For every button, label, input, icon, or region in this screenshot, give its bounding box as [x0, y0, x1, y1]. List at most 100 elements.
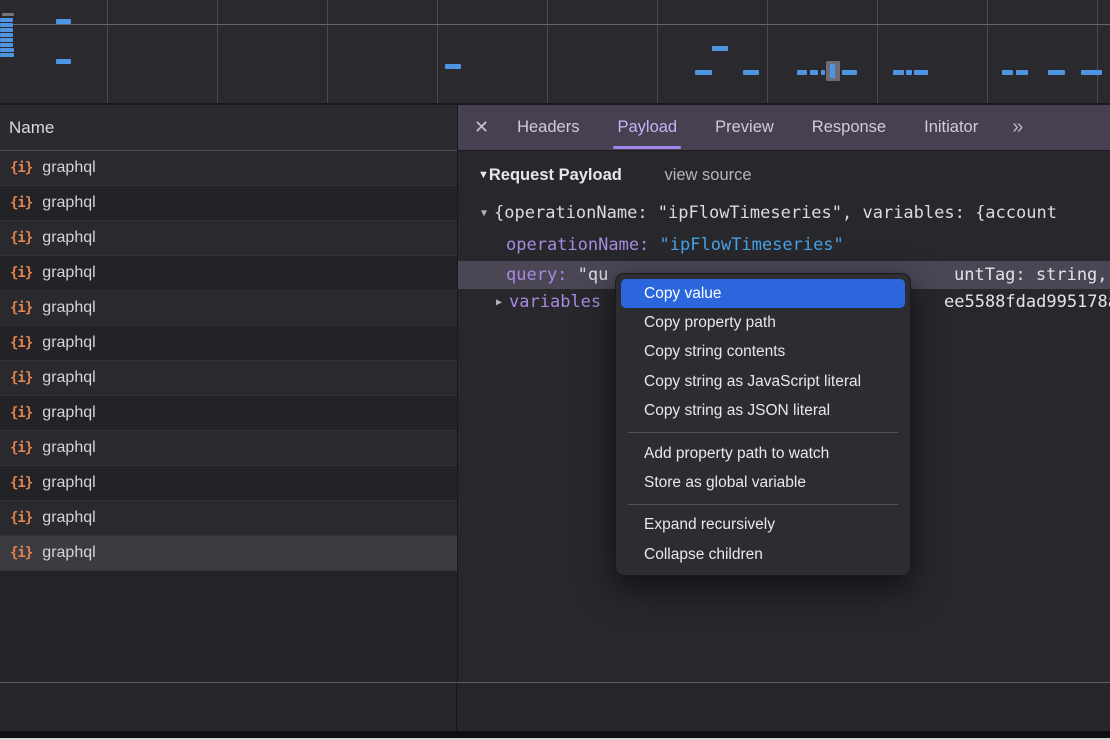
request-timing-bar	[0, 48, 14, 52]
property-value-left: "qu	[578, 265, 609, 285]
request-timing-bar	[0, 43, 13, 47]
property-key: operationName:	[506, 235, 649, 255]
json-request-icon: {i}	[10, 160, 32, 176]
request-timing-bar	[906, 70, 912, 75]
detail-tabs: Headers Payload Preview Response Initiator	[517, 105, 978, 150]
menu-item-copy-property-path[interactable]: Copy property path	[621, 308, 905, 337]
request-timing-bar	[821, 70, 825, 75]
request-row[interactable]: {i}graphql	[0, 256, 457, 291]
json-request-icon: {i}	[10, 510, 32, 526]
network-main-split: Name {i} graphql {i} graphql {i} graphql {i} gr…	[0, 105, 1110, 682]
request-timing-bar	[0, 33, 13, 37]
request-name: graphql	[42, 404, 95, 422]
request-row[interactable]: {i}graphql	[0, 501, 457, 536]
tab-initiator[interactable]: Initiator	[924, 105, 978, 150]
property-key: query:	[506, 265, 567, 285]
menu-item-copy-string-contents[interactable]: Copy string contents	[621, 338, 905, 367]
menu-separator	[628, 432, 898, 433]
bottom-strip	[0, 683, 1110, 731]
tab-response[interactable]: Response	[812, 105, 886, 150]
json-request-icon: {i}	[10, 370, 32, 386]
menu-item-collapse-children[interactable]: Collapse children	[621, 540, 905, 569]
menu-item-copy-value[interactable]: Copy value	[621, 279, 905, 308]
window-bottom-bar	[0, 731, 1110, 738]
request-name: graphql	[42, 544, 95, 562]
close-icon[interactable]: ✕	[474, 117, 489, 138]
request-row[interactable]: {i}graphql	[0, 466, 457, 501]
tab-preview[interactable]: Preview	[715, 105, 774, 150]
request-payload-section: ▼Request Payload view source	[478, 166, 752, 185]
property-value-right: untTag: string, $f	[906, 265, 1110, 285]
menu-item-expand-recursively[interactable]: Expand recursively	[621, 511, 905, 540]
timeline-midline	[0, 24, 1110, 25]
menu-item-copy-string-as-json-literal[interactable]: Copy string as JSON literal	[621, 397, 905, 426]
request-timing-bar	[0, 38, 13, 42]
operation-name-row[interactable]: operationName: "ipFlowTimeseries"	[506, 235, 844, 255]
request-timing-bar	[797, 70, 807, 75]
expand-triangle-icon[interactable]: ▶	[496, 297, 502, 308]
request-row[interactable]: {i} graphql	[0, 431, 457, 466]
menu-item-store-as-global-variable[interactable]: Store as global variable	[621, 468, 905, 497]
more-tabs-icon[interactable]: »	[1012, 116, 1021, 139]
request-timing-bar	[56, 59, 71, 64]
payload-preview-text: {operationName: "ipFlowTimeseries", vari…	[494, 203, 1057, 223]
request-timing-bar	[830, 64, 835, 78]
request-name: graphql	[42, 229, 95, 247]
context-menu: Copy valueCopy property pathCopy string …	[615, 273, 911, 576]
request-timing-bar	[695, 70, 712, 75]
timeline-gridline	[657, 0, 658, 103]
menu-item-add-property-path-to-watch[interactable]: Add property path to watch	[621, 439, 905, 468]
devtools-network-panel: Name {i} graphql {i} graphql {i} graphql {i} gr…	[0, 0, 1110, 740]
request-row[interactable]: {i} graphql	[0, 221, 457, 256]
request-timing-bar	[1081, 70, 1102, 75]
json-request-icon: {i}	[10, 300, 32, 316]
payload-preview-line[interactable]: ▼ {operationName: "ipFlowTimeseries", var…	[481, 203, 1057, 223]
tab-headers[interactable]: Headers	[517, 105, 579, 150]
request-timing-bar	[0, 23, 13, 27]
request-timing-bar	[0, 53, 14, 57]
request-row[interactable]: {i}graphql	[0, 361, 457, 396]
request-timing-bar	[56, 19, 71, 24]
request-row[interactable]: {i} graphql	[0, 536, 457, 571]
request-name: graphql	[42, 194, 95, 212]
network-overview-timeline[interactable]	[0, 0, 1110, 105]
request-row[interactable]: {i}graphql	[0, 151, 457, 186]
property-value-right: ee5588fdad995178a0	[944, 292, 1110, 312]
json-request-icon: {i}	[10, 440, 32, 456]
request-row[interactable]: {i}graphql	[0, 291, 457, 326]
request-timing-bar	[712, 46, 728, 51]
json-request-icon: {i}	[10, 335, 32, 351]
timeline-gridline	[987, 0, 988, 103]
request-timing-bar	[1002, 70, 1013, 75]
timeline-gridline	[547, 0, 548, 103]
timeline-marker	[2, 13, 14, 16]
menu-separator	[628, 504, 898, 505]
json-request-icon: {i}	[10, 545, 32, 561]
request-timing-bar	[842, 70, 857, 75]
request-timing-bar	[893, 70, 904, 75]
request-timing-bar	[914, 70, 928, 75]
request-timing-bar	[0, 28, 13, 32]
json-request-icon: {i}	[10, 230, 32, 246]
request-timing-bar	[1048, 70, 1065, 75]
request-row[interactable]: {i} graphql	[0, 186, 457, 221]
menu-item-copy-string-as-javascript-literal[interactable]: Copy string as JavaScript literal	[621, 367, 905, 396]
json-request-icon: {i}	[10, 265, 32, 281]
section-collapse-triangle-icon[interactable]: ▼	[478, 169, 489, 181]
request-timing-bar	[0, 18, 13, 22]
json-request-icon: {i}	[10, 405, 32, 421]
timeline-gridline	[437, 0, 438, 103]
request-row[interactable]: {i} graphql	[0, 396, 457, 431]
tab-payload[interactable]: Payload	[617, 105, 677, 150]
property-key: variables	[509, 292, 601, 312]
name-column-label: Name	[9, 118, 54, 138]
request-timing-bar	[445, 64, 461, 69]
json-request-icon: {i}	[10, 195, 32, 211]
request-row[interactable]: {i}graphql	[0, 326, 457, 361]
view-source-link[interactable]: view source	[664, 166, 751, 184]
name-column-header[interactable]: Name	[0, 105, 457, 151]
expand-triangle-icon[interactable]: ▼	[481, 208, 487, 219]
property-value: "ipFlowTimeseries"	[660, 235, 844, 255]
timeline-gridline	[217, 0, 218, 103]
request-name: graphql	[42, 439, 95, 457]
